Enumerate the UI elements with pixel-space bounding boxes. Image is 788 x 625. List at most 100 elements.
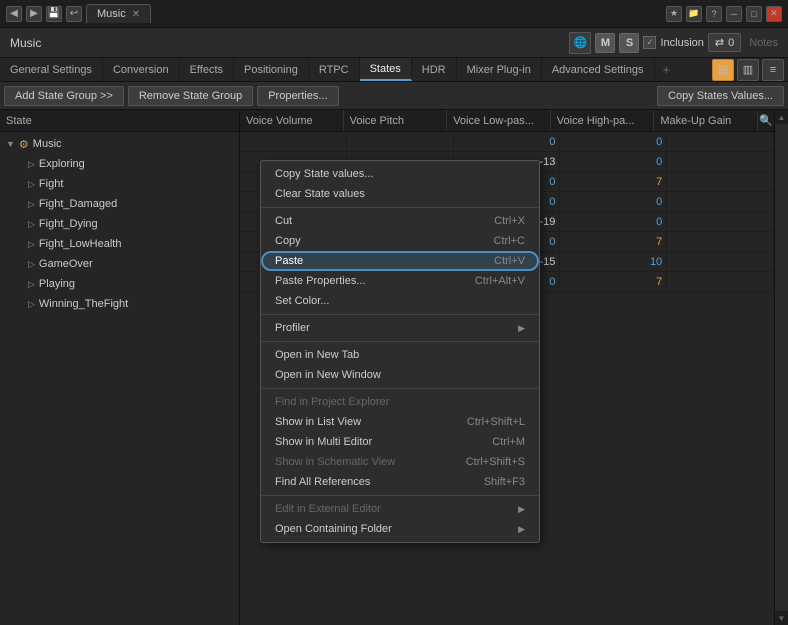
s-button[interactable]: S bbox=[619, 33, 639, 53]
tab-hdr[interactable]: HDR bbox=[412, 58, 457, 81]
menu-clear-state-values-label: Clear State values bbox=[275, 188, 365, 200]
maximize-button[interactable]: □ bbox=[746, 6, 762, 22]
help-button[interactable]: ? bbox=[706, 6, 722, 22]
menu-cut-label: Cut bbox=[275, 215, 292, 227]
star-button[interactable]: ★ bbox=[666, 6, 682, 22]
cell-mug-5 bbox=[667, 232, 774, 251]
menu-copy[interactable]: Copy Ctrl+C bbox=[261, 231, 539, 251]
menu-open-new-window[interactable]: Open in New Window bbox=[261, 365, 539, 385]
menu-show-list-view[interactable]: Show in List View Ctrl+Shift+L bbox=[261, 412, 539, 432]
properties-button[interactable]: Properties... bbox=[257, 86, 338, 106]
add-state-group-button[interactable]: Add State Group >> bbox=[4, 86, 124, 106]
menu-find-all-refs[interactable]: Find All References Shift+F3 bbox=[261, 472, 539, 492]
main-toolbar: Music 🌐 M S ✓ Inclusion ⇄ 0 Notes bbox=[0, 28, 788, 58]
undo-button[interactable]: ↩ bbox=[66, 6, 82, 22]
tab-music-label: Music bbox=[97, 8, 126, 20]
view-list-button[interactable]: ≡ bbox=[762, 59, 784, 81]
play-icon-fight-damaged: ▷ bbox=[28, 199, 35, 210]
tab-positioning[interactable]: Positioning bbox=[234, 58, 309, 81]
left-panel: State ▼ ⚙ Music ▷ Exploring ▷ Fight ▷ Fi… bbox=[0, 110, 240, 625]
menu-show-multi-editor[interactable]: Show in Multi Editor Ctrl+M bbox=[261, 432, 539, 452]
cell-mug-3 bbox=[667, 192, 774, 211]
tree-item-exploring[interactable]: ▷ Exploring bbox=[0, 154, 239, 174]
share-icon: ⇄ bbox=[715, 36, 724, 49]
menu-paste[interactable]: Paste Ctrl+V bbox=[261, 251, 539, 271]
tab-general-settings[interactable]: General Settings bbox=[0, 58, 103, 81]
remove-state-group-button[interactable]: Remove State Group bbox=[128, 86, 253, 106]
forward-button[interactable]: ▶ bbox=[26, 6, 42, 22]
globe-icon[interactable]: 🌐 bbox=[569, 32, 591, 54]
notes-button[interactable]: Notes bbox=[745, 35, 782, 51]
share-button[interactable]: ⇄ 0 bbox=[708, 33, 741, 52]
menu-set-color[interactable]: Set Color... bbox=[261, 291, 539, 311]
tab-music[interactable]: Music ✕ bbox=[86, 4, 151, 23]
folder-button[interactable]: 📁 bbox=[686, 6, 702, 22]
column-headers: Voice Volume Voice Pitch Voice Low-pas..… bbox=[240, 110, 774, 132]
tab-conversion[interactable]: Conversion bbox=[103, 58, 180, 81]
tab-add-button[interactable]: + bbox=[655, 58, 679, 81]
share-count: 0 bbox=[728, 37, 734, 49]
menu-show-list-view-label: Show in List View bbox=[275, 416, 361, 428]
tree-item-fight-dying[interactable]: ▷ Fight_Dying bbox=[0, 214, 239, 234]
copy-states-values-button[interactable]: Copy States Values... bbox=[657, 86, 784, 106]
view-split-button[interactable]: ▥ bbox=[737, 59, 759, 81]
menu-show-multi-editor-label: Show in Multi Editor bbox=[275, 436, 372, 448]
cell-mug-0 bbox=[667, 132, 774, 151]
tab-close-icon[interactable]: ✕ bbox=[132, 9, 140, 20]
play-icon-fight: ▷ bbox=[28, 179, 35, 190]
tab-mixer-plugin[interactable]: Mixer Plug-in bbox=[457, 58, 542, 81]
tree-item-gameover[interactable]: ▷ GameOver bbox=[0, 254, 239, 274]
tab-advanced-settings[interactable]: Advanced Settings bbox=[542, 58, 655, 81]
back-button[interactable]: ◀ bbox=[6, 6, 22, 22]
tree-group-music[interactable]: ▼ ⚙ Music bbox=[0, 134, 239, 154]
menu-show-schematic-shortcut: Ctrl+Shift+S bbox=[466, 456, 525, 468]
inclusion-label: Inclusion bbox=[660, 37, 703, 49]
menu-open-containing-folder[interactable]: Open Containing Folder bbox=[261, 519, 539, 539]
cell-vol-0 bbox=[240, 132, 347, 151]
scrollbar[interactable]: ▲ ▼ bbox=[774, 110, 788, 625]
inclusion-checkbox[interactable]: ✓ bbox=[643, 36, 656, 49]
view-single-button[interactable]: ▤ bbox=[712, 59, 734, 81]
scroll-track[interactable] bbox=[775, 124, 788, 611]
menu-cut[interactable]: Cut Ctrl+X bbox=[261, 211, 539, 231]
tree-item-fight[interactable]: ▷ Fight bbox=[0, 174, 239, 194]
tree-arrow-icon: ▼ bbox=[6, 139, 15, 149]
scroll-up-arrow[interactable]: ▲ bbox=[775, 110, 788, 124]
menu-show-list-view-shortcut: Ctrl+Shift+L bbox=[467, 416, 525, 428]
voice-low-pass-header: Voice Low-pas... bbox=[447, 110, 551, 131]
close-window-button[interactable]: ✕ bbox=[766, 6, 782, 22]
m-button[interactable]: M bbox=[595, 33, 615, 53]
menu-profiler[interactable]: Profiler bbox=[261, 318, 539, 338]
cell-hp-4: 0 bbox=[560, 212, 667, 231]
tab-states[interactable]: States bbox=[360, 58, 412, 81]
menu-separator-2 bbox=[261, 314, 539, 315]
menu-open-new-tab[interactable]: Open in New Tab bbox=[261, 345, 539, 365]
tree-item-playing[interactable]: ▷ Playing bbox=[0, 274, 239, 294]
tree-item-winning-thefight[interactable]: ▷ Winning_TheFight bbox=[0, 294, 239, 314]
context-menu-overlay: Copy State values... Clear State values … bbox=[260, 160, 540, 543]
play-icon-gameover: ▷ bbox=[28, 259, 35, 270]
search-icon[interactable]: 🔍 bbox=[758, 114, 774, 127]
cell-mug-7 bbox=[667, 272, 774, 291]
cell-hp-1: 0 bbox=[560, 152, 667, 171]
menu-find-section-label: Find in Project Explorer bbox=[261, 392, 539, 412]
menu-copy-state-values[interactable]: Copy State values... bbox=[261, 164, 539, 184]
cell-pitch-0 bbox=[347, 132, 454, 151]
tab-effects[interactable]: Effects bbox=[180, 58, 234, 81]
tree-item-fight-damaged[interactable]: ▷ Fight_Damaged bbox=[0, 194, 239, 214]
menu-clear-state-values[interactable]: Clear State values bbox=[261, 184, 539, 204]
menu-paste-properties-shortcut: Ctrl+Alt+V bbox=[475, 275, 525, 287]
action-bar: Add State Group >> Remove State Group Pr… bbox=[0, 82, 788, 110]
save-button[interactable]: 💾 bbox=[46, 6, 62, 22]
menu-show-schematic-label: Show in Schematic View bbox=[275, 456, 395, 468]
menu-copy-shortcut: Ctrl+C bbox=[494, 235, 525, 247]
cell-hp-6: 10 bbox=[560, 252, 667, 271]
tree-item-fight-lowhealth[interactable]: ▷ Fight_LowHealth bbox=[0, 234, 239, 254]
play-icon-fight-lowhealth: ▷ bbox=[28, 239, 35, 250]
minimize-button[interactable]: ─ bbox=[726, 6, 742, 22]
tab-rtpc[interactable]: RTPC bbox=[309, 58, 360, 81]
menu-cut-shortcut: Ctrl+X bbox=[494, 215, 525, 227]
menu-separator-3 bbox=[261, 341, 539, 342]
scroll-down-arrow[interactable]: ▼ bbox=[775, 611, 788, 625]
menu-paste-properties[interactable]: Paste Properties... Ctrl+Alt+V bbox=[261, 271, 539, 291]
